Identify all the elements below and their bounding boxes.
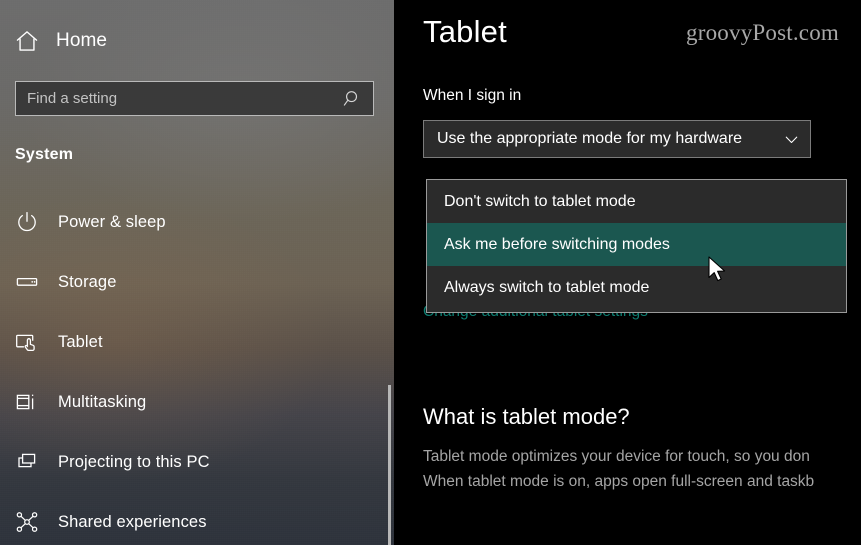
sidebar-item-home[interactable]: Home — [0, 22, 394, 60]
power-icon — [15, 210, 39, 234]
search-icon[interactable] — [342, 88, 364, 110]
tablet-icon — [15, 330, 39, 354]
sidebar-scrollbar-thumb[interactable] — [388, 385, 391, 545]
settings-sidebar: Home System — [0, 0, 394, 545]
settings-window: Home System — [0, 0, 861, 545]
home-icon — [14, 28, 40, 54]
sidebar-item-label: Power & sleep — [58, 212, 166, 231]
projecting-icon — [15, 450, 39, 474]
page-title: Tablet — [423, 14, 507, 49]
sidebar-item-storage[interactable]: Storage — [0, 252, 394, 312]
dropdown-option-always-switch[interactable]: Always switch to tablet mode — [427, 266, 846, 309]
what-is-tablet-mode-heading: What is tablet mode? — [423, 404, 630, 429]
sidebar-item-tablet[interactable]: Tablet — [0, 312, 394, 372]
when-i-sign-in-label: When I sign in — [423, 87, 522, 104]
sidebar-item-power-and-sleep[interactable]: Power & sleep — [0, 192, 394, 252]
dropdown-option-ask-me-before-switching[interactable]: Ask me before switching modes — [427, 223, 846, 266]
shared-experiences-icon — [15, 510, 39, 534]
sidebar-nav-list: Power & sleep Storage Tablet Multitaskin… — [0, 192, 394, 545]
sidebar-item-projecting-to-this-pc[interactable]: Projecting to this PC — [0, 432, 394, 492]
sign-in-mode-dropdown[interactable]: Use the appropriate mode for my hardware — [423, 120, 811, 158]
sidebar-item-label: Storage — [58, 272, 117, 291]
search-box[interactable] — [15, 81, 374, 116]
storage-icon — [15, 270, 39, 294]
search-input[interactable] — [16, 90, 342, 107]
sign-in-mode-dropdown-list[interactable]: Don't switch to tablet mode Ask me befor… — [426, 179, 847, 313]
watermark: groovyPost.com — [686, 20, 839, 45]
dropdown-option-dont-switch[interactable]: Don't switch to tablet mode — [427, 180, 846, 223]
sidebar-section-title: System — [15, 146, 74, 163]
dropdown-selected-value: Use the appropriate mode for my hardware — [437, 130, 743, 147]
sidebar-item-multitasking[interactable]: Multitasking — [0, 372, 394, 432]
sidebar-item-label: Tablet — [58, 332, 103, 351]
sidebar-item-label: Shared experiences — [58, 512, 207, 531]
sidebar-item-label: Projecting to this PC — [58, 452, 210, 471]
multitasking-icon — [15, 390, 39, 414]
sidebar-item-shared-experiences[interactable]: Shared experiences — [0, 492, 394, 545]
sidebar-item-label: Multitasking — [58, 392, 147, 411]
what-is-tablet-mode-body: Tablet mode optimizes your device for to… — [423, 448, 815, 490]
home-label: Home — [56, 30, 108, 51]
chevron-down-icon — [783, 131, 800, 148]
